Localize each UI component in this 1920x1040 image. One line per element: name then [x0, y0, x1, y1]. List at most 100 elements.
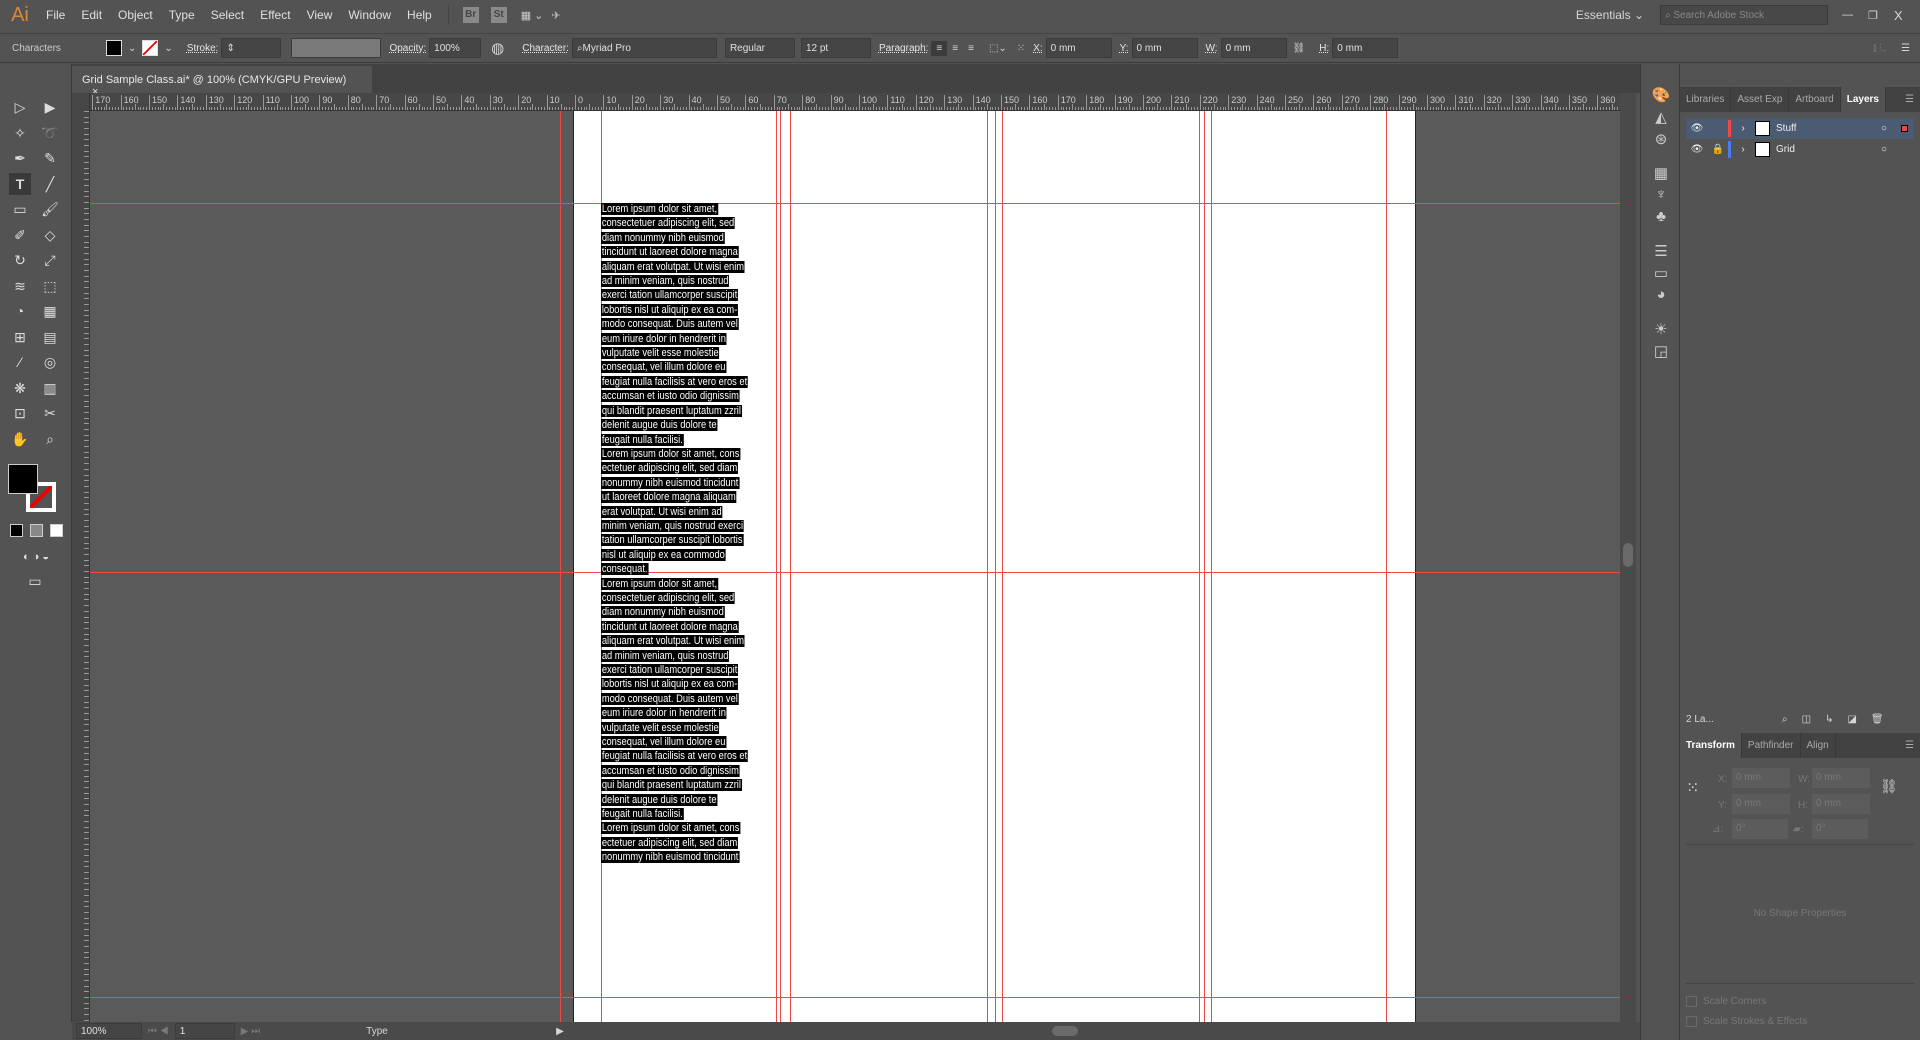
- curvature-tool-icon[interactable]: ✎: [39, 147, 61, 169]
- guide-vertical[interactable]: [1211, 111, 1212, 1022]
- align-right-button[interactable]: ≡: [963, 41, 979, 56]
- stroke-swatch[interactable]: [142, 40, 159, 56]
- align-center-button[interactable]: ≡: [947, 41, 963, 56]
- menu-help[interactable]: Help: [399, 8, 440, 22]
- direct-selection-tool-icon[interactable]: ▶: [39, 96, 61, 118]
- lock-icon[interactable]: 🔒: [1708, 144, 1728, 155]
- transparency-panel-icon[interactable]: ◕: [1651, 286, 1671, 306]
- fill-color-swatch[interactable]: [8, 464, 38, 494]
- scale-strokes-checkbox[interactable]: Scale Strokes & Effects: [1686, 1016, 1807, 1027]
- scroll-thumb[interactable]: [1623, 543, 1633, 567]
- line-tool-icon[interactable]: ╱: [39, 173, 61, 195]
- canvas[interactable]: Lorem ipsum dolor sit amet, consectetuer …: [90, 111, 1620, 1022]
- tab-artboard[interactable]: Artboard: [1789, 87, 1841, 112]
- transform-h-input[interactable]: 0 mm: [1812, 794, 1870, 814]
- target-circle-icon[interactable]: ○: [1881, 123, 1895, 134]
- selection-tool-icon[interactable]: ▷: [9, 96, 31, 118]
- reference-point-icon[interactable]: ⁙: [1686, 778, 1699, 798]
- guide-horizontal[interactable]: [90, 572, 1620, 573]
- tab-layers[interactable]: Layers: [1840, 87, 1886, 112]
- graph-tool-icon[interactable]: ▥: [39, 377, 61, 399]
- chevron-right-icon[interactable]: ›: [1731, 144, 1755, 155]
- next-artboard-icon[interactable]: ▶ ⏭: [241, 1026, 260, 1037]
- panel-menu-icon[interactable]: ☰: [1899, 87, 1920, 112]
- visibility-eye-icon[interactable]: 👁: [1686, 123, 1708, 134]
- guide-vertical[interactable]: [1002, 111, 1003, 1022]
- menu-file[interactable]: File: [38, 8, 73, 22]
- locate-object-icon[interactable]: ⌕: [1782, 714, 1788, 725]
- symbols-panel-icon[interactable]: ⊛: [1651, 130, 1671, 150]
- variable-width-select[interactable]: [291, 38, 382, 58]
- bounding-box-icon[interactable]: ⬚⌄: [989, 43, 1007, 54]
- gpu-rocket-icon[interactable]: ✈: [551, 9, 560, 22]
- zoom-tool-icon[interactable]: ⌕: [39, 428, 61, 450]
- transform-w-input[interactable]: 0 mm: [1812, 768, 1870, 788]
- guide-vertical[interactable]: [987, 111, 988, 1022]
- guide-vertical[interactable]: [560, 111, 561, 1022]
- workspace-switcher[interactable]: Essentials ⌄: [1576, 8, 1644, 22]
- lasso-tool-icon[interactable]: ➰: [39, 122, 61, 144]
- appearance-panel-icon[interactable]: ☀: [1651, 320, 1671, 340]
- new-layer-icon[interactable]: ◪: [1847, 714, 1856, 725]
- gradient-mode-icon[interactable]: [30, 524, 43, 537]
- gradient-tool-icon[interactable]: ▤: [39, 326, 61, 348]
- layer-row[interactable]: 👁 🔒 › Grid ○: [1686, 139, 1914, 160]
- color-mode-icon[interactable]: [10, 524, 23, 537]
- constrain-proportions-icon[interactable]: ⛓: [1293, 43, 1306, 54]
- menu-view[interactable]: View: [299, 8, 341, 22]
- status-menu-icon[interactable]: ▶: [556, 1026, 564, 1037]
- swatches-panel-icon[interactable]: ▦: [1651, 164, 1671, 184]
- symbols-club-panel-icon[interactable]: ♣: [1651, 208, 1671, 228]
- tab-libraries[interactable]: Libraries: [1680, 87, 1732, 112]
- rectangle-tool-icon[interactable]: ▭: [9, 198, 31, 220]
- h-input[interactable]: 0 mm: [1332, 38, 1399, 58]
- guide-vertical[interactable]: [780, 111, 781, 1022]
- delete-layer-icon[interactable]: 🗑: [1871, 714, 1884, 725]
- w-input[interactable]: 0 mm: [1220, 38, 1287, 58]
- stock-button[interactable]: St: [490, 7, 507, 23]
- hand-tool-icon[interactable]: ✋: [9, 428, 31, 450]
- layer-row[interactable]: 👁 › Stuff ○: [1686, 118, 1914, 139]
- bridge-button[interactable]: Br: [462, 7, 479, 23]
- document-tab[interactable]: Grid Sample Class.ai* @ 100% (CMYK/GPU P…: [72, 66, 372, 98]
- tab-transform[interactable]: Transform: [1680, 733, 1742, 758]
- y-input[interactable]: 0 mm: [1131, 38, 1198, 58]
- symbol-sprayer-tool-icon[interactable]: ❋: [9, 377, 31, 399]
- status-tool[interactable]: Type: [366, 1026, 556, 1037]
- guide-horizontal[interactable]: [90, 997, 1620, 998]
- eyedropper-tool-icon[interactable]: ⁄: [9, 351, 31, 373]
- brushes-panel-icon[interactable]: ♆: [1651, 186, 1671, 206]
- type-tool-icon[interactable]: T: [9, 172, 31, 195]
- scale-corners-checkbox[interactable]: Scale Corners: [1686, 996, 1766, 1007]
- shape-builder-tool-icon[interactable]: ◔: [9, 300, 31, 322]
- recolor-icon[interactable]: ◍: [491, 39, 504, 57]
- screen-mode-icon[interactable]: ▭: [24, 570, 46, 592]
- arrange-documents-icon[interactable]: ▦ ⌄: [521, 9, 544, 22]
- x-input[interactable]: 0 mm: [1045, 38, 1112, 58]
- rotate-select[interactable]: 0°: [1732, 819, 1788, 839]
- magic-wand-tool-icon[interactable]: ✧: [9, 122, 31, 144]
- fill-swatch[interactable]: [106, 40, 122, 56]
- guide-vertical[interactable]: [1204, 111, 1205, 1022]
- tab-pathfinder[interactable]: Pathfinder: [1742, 733, 1801, 758]
- horizontal-scrollbar[interactable]: [1052, 1026, 1078, 1036]
- warp-tool-icon[interactable]: ≋: [9, 275, 31, 297]
- font-family-select[interactable]: ⌕ Myriad Pro: [571, 38, 717, 58]
- stroke-panel-icon[interactable]: ☰: [1651, 242, 1671, 262]
- slice-tool-icon[interactable]: ✂: [39, 402, 61, 424]
- layer-name[interactable]: Stuff: [1776, 123, 1881, 134]
- blend-tool-icon[interactable]: ◎: [39, 351, 61, 373]
- guide-vertical[interactable]: [1386, 111, 1387, 1022]
- make-clipping-mask-icon[interactable]: ◫: [1802, 714, 1811, 725]
- tab-asset-exp[interactable]: Asset Exp: [1731, 87, 1790, 112]
- align-options-icon[interactable]: ⫾ ⫶⌄: [1873, 43, 1887, 54]
- guide-horizontal[interactable]: [90, 203, 1620, 204]
- free-transform-tool-icon[interactable]: ⬚: [39, 275, 61, 297]
- guide-vertical[interactable]: [790, 111, 791, 1022]
- restore-button[interactable]: ❐: [1868, 9, 1894, 22]
- shear-select[interactable]: 0°: [1812, 819, 1868, 839]
- mesh-tool-icon[interactable]: ⊞: [9, 326, 31, 348]
- perspective-tool-icon[interactable]: ▦: [39, 300, 61, 322]
- tab-align[interactable]: Align: [1801, 733, 1836, 758]
- pen-tool-icon[interactable]: ✒: [9, 147, 31, 169]
